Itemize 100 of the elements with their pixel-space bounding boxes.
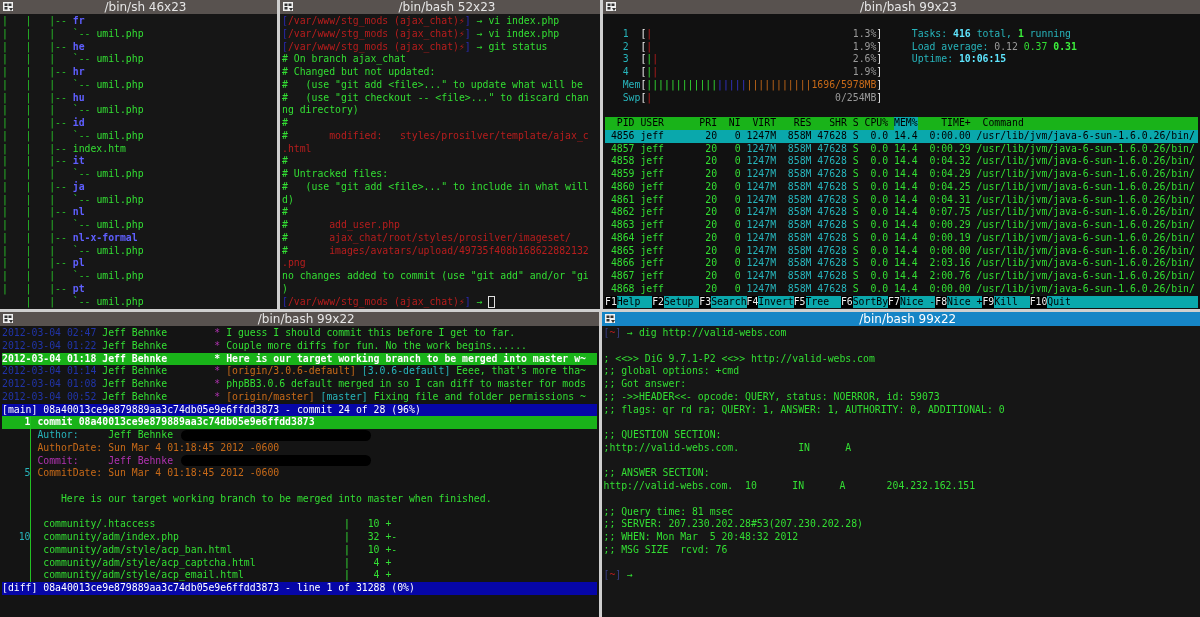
terminal-text: # (282, 244, 288, 258)
terminal-text: ng directory) (282, 104, 359, 117)
terminal-text: Mem (621, 78, 641, 92)
terminal-text: * (214, 352, 222, 366)
terminal-text: [ (640, 66, 647, 79)
terminal-text: → vi index.php (475, 27, 560, 41)
process-row[interactable]: 4862 jeff 20 0 1247M 858M 47628 S 0.0 14.4 0:07.75 /usr/lib/jvm/java-6-sun-1.6.0.26/bin/ (605, 206, 1198, 219)
process-row[interactable]: 4868 jeff 20 0 1247M 858M 47628 S 0.0 14.4 0:00.00 /usr/lib/jvm/java-6-sun-1.6.0.26/bin/ (605, 282, 1198, 296)
terminal-text: ] (615, 569, 622, 582)
terminal-text: S 0.0 14.4 0:07.75 /usr/lib/jvm/java-6-sun-1.6.0.26/bin/ (851, 206, 1195, 219)
terminal-text: ;; Got answer: (603, 378, 687, 391)
process-row[interactable]: 4863 jeff 20 0 1247M 858M 47628 S 0.0 14.4 0:00.29 /usr/lib/jvm/java-6-sun-1.6.0.26/bin/ (605, 219, 1198, 232)
line-number-gutter: 10 (2, 531, 32, 544)
terminal-text: 1247M 858M 47628 (745, 206, 847, 219)
terminal-text: 4856 jeff 20 0 (609, 129, 741, 143)
terminal-text: umil.php (96, 168, 144, 181)
commit-row[interactable]: 2012-03-04 02:47 Jeff Behnke * I guess I should commit this before I get to far. (2, 327, 597, 340)
terminal-text: ] (464, 40, 471, 54)
function-key-label[interactable]: Nice - (899, 295, 936, 309)
grid-icon[interactable] (606, 2, 617, 12)
process-row[interactable]: 4864 jeff 20 0 1247M 858M 47628 S 0.0 14.4 0:00.19 /usr/lib/jvm/java-6-sun-1.6.0.26/bin/ (605, 231, 1198, 245)
terminal-text: 1 (621, 27, 630, 41)
terminal-text: * (214, 378, 222, 391)
terminal-text: S 0.0 14.4 0:00.19 /usr/lib/jvm/java-6-sun-1.6.0.26/bin/ (851, 231, 1195, 245)
terminal-text: community/adm/style/acp_captcha.html | 4 + (42, 556, 392, 570)
process-row[interactable]: 4861 jeff 20 0 1247M 858M 47628 S 0.0 14.4 0:04.31 /usr/lib/jvm/java-6-sun-1.6.0.26/bin/ (605, 193, 1198, 207)
terminal-text: | | | `-- (2, 27, 92, 41)
terminal-text: |||||||||||| (646, 78, 718, 92)
terminal-text: * (214, 365, 222, 378)
terminal-text: http://valid-webs.com. 10 IN A 204.232.162.151 (603, 480, 976, 493)
terminal-text: umil.php (96, 104, 144, 117)
terminal-text: * (214, 390, 222, 404)
terminal-text: phpBB3.0.6 default merged in so I can diff to master for mods (226, 378, 586, 391)
function-key-label[interactable]: SortBy (852, 295, 889, 309)
terminal-text: ;; ANSWER SECTION: (603, 467, 710, 480)
terminal-text: [ (282, 295, 288, 307)
terminal-text: 4 (621, 66, 630, 79)
column-header[interactable]: PID USER PRI NI VIRT RES SHR S CPU% MEM% TIME+ Command (605, 117, 1198, 130)
grid-icon[interactable] (3, 2, 14, 12)
commit-row[interactable]: 2012-03-04 01:08 Jeff Behnke * phpBB3.0.6 default merged in so I can diff to master for mods (2, 378, 597, 391)
terminal-text: [ (640, 91, 647, 105)
terminal-text: | | | `-- (2, 168, 92, 181)
terminal-text: Jeff Behnke (102, 339, 169, 353)
process-row[interactable]: 4860 jeff 20 0 1247M 858M 47628 S 0.0 14.4 0:04.25 /usr/lib/jvm/java-6-sun-1.6.0.26/bin/ (605, 180, 1198, 194)
grid-icon[interactable] (3, 314, 14, 324)
terminal-text: | | |-- (2, 206, 68, 219)
terminal-text: | | |-- (2, 282, 68, 296)
terminal-text: Eeee, that's more tha~ (455, 365, 586, 378)
function-key-number: F9 (982, 295, 995, 309)
terminal-text: modified: styles/prosilver/template/ajax_c (328, 129, 589, 143)
function-key-label[interactable]: Quit (1047, 295, 1198, 309)
terminal-text: 1247M 858M 47628 (745, 193, 847, 207)
process-row[interactable]: 4867 jeff 20 0 1247M 858M 47628 S 0.0 14.4 2:00.76 /usr/lib/jvm/java-6-sun-1.6.0.26/bin/ (605, 270, 1198, 283)
terminal-text: S 0.0 14.4 0:04.29 /usr/lib/jvm/java-6-sun-1.6.0.26/bin/ (851, 168, 1195, 181)
terminal-text: | | |-- (2, 66, 68, 79)
grid-icon[interactable] (604, 314, 616, 324)
terminal-text: total, (975, 27, 1014, 41)
terminal-text: [ (640, 27, 647, 41)
terminal-text: | (646, 91, 653, 105)
terminal-text: ;; QUESTION SECTION: (603, 429, 722, 442)
terminal-text: ||||||||||| (746, 78, 812, 92)
terminal-text: Jeff Behnke (108, 429, 174, 442)
function-key-label[interactable]: Tree (805, 295, 841, 309)
terminal-text: [ (640, 53, 647, 66)
terminal-text: | | | `-- (2, 244, 92, 258)
process-row[interactable]: 4866 jeff 20 0 1247M 858M 47628 S 0.0 14.4 2:03.16 /usr/lib/jvm/java-6-sun-1.6.0.26/bin/ (605, 257, 1198, 270)
process-row[interactable]: 4859 jeff 20 0 1247M 858M 47628 S 0.0 14.4 0:04.29 /usr/lib/jvm/java-6-sun-1.6.0.26/bin/ (605, 168, 1198, 181)
terminal-text: ] (464, 15, 471, 28)
terminal-text: → (475, 295, 484, 309)
terminal-text: umil.php (96, 129, 144, 143)
process-row[interactable]: 4865 jeff 20 0 1247M 858M 47628 S 0.0 14.4 0:00.00 /usr/lib/jvm/java-6-sun-1.6.0.26/bin/ (605, 244, 1198, 258)
terminal-text: → git status (475, 40, 548, 54)
terminal-text: → (626, 569, 633, 582)
line-number-gutter: 1 (2, 416, 32, 429)
terminal-text: 4861 jeff 20 0 (609, 193, 741, 207)
terminal-text: [main] 08a40013ce9e879889aa3c74db05e9e6ffdd3873 - commit 24 of 28 (96%) (2, 403, 421, 416)
process-row[interactable]: 4858 jeff 20 0 1247M 858M 47628 S 0.0 14.4 0:04.32 /usr/lib/jvm/java-6-sun-1.6.0.26/bin/ (605, 155, 1198, 168)
terminal-text: ] (876, 53, 883, 66)
terminal-text: 2 (621, 40, 630, 54)
function-key-label[interactable]: Invert (758, 295, 794, 309)
terminal-text: 1247M 858M 47628 (745, 270, 847, 283)
terminal-text: ] (464, 295, 471, 309)
commit-row[interactable]: 2012-03-04 00:52 Jeff Behnke * [origin/master] [master] Fixing file and folder permissions ~ (2, 390, 597, 404)
function-key-label[interactable]: Search (711, 295, 747, 309)
terminal-text: Swp (621, 91, 641, 105)
terminal-text: 3 (621, 53, 630, 66)
terminal-text: AuthorDate: Sun Mar 4 01:18:45 2012 -0600 (36, 441, 280, 455)
process-row[interactable]: 4857 jeff 20 0 1247M 858M 47628 S 0.0 14.4 0:00.29 /usr/lib/jvm/java-6-sun-1.6.0.26/bin/ (605, 142, 1198, 156)
terminal-text: # (use "git add <file>..." to include in what will (282, 180, 589, 194)
terminal-text: [ (603, 569, 610, 582)
grid-icon[interactable] (283, 2, 294, 12)
terminal-text: 1247M 858M 47628 (745, 244, 847, 258)
function-key-label[interactable]: Setup (663, 295, 700, 309)
commit-row[interactable]: 2012-03-04 01:22 Jeff Behnke * Couple more diffs for fun. No the work begins...... (2, 339, 597, 353)
terminal-text: ;; global options: +cmd (603, 365, 740, 378)
function-key-label[interactable]: Kill (994, 295, 1030, 309)
terminal-text: 4858 jeff 20 0 (609, 155, 741, 168)
terminal-text: Couple more diffs for fun. No the work begins...... (226, 339, 527, 353)
commit-row[interactable]: 2012-03-04 01:14 Jeff Behnke * [origin/3.0.6-default] [3.0.6-default] Eeee, that's more tha~ (2, 365, 597, 378)
function-key-label[interactable]: Nice + (947, 295, 983, 309)
